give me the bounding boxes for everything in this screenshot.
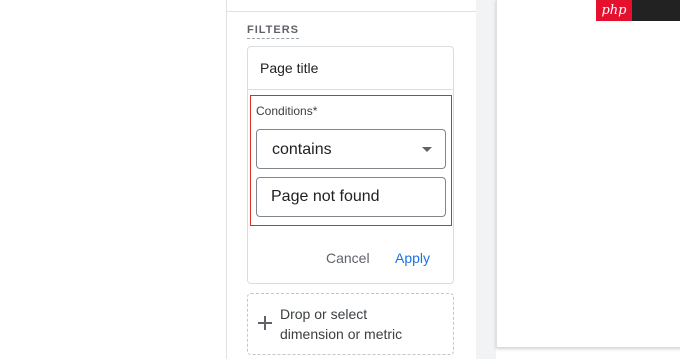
watermark-logo: php bbox=[596, 0, 632, 21]
filters-heading: FILTERS bbox=[247, 24, 300, 39]
drop-zone-line-1: Drop or select bbox=[280, 306, 368, 322]
condition-value-input[interactable] bbox=[271, 187, 431, 207]
drop-zone-line-2: dimension or metric bbox=[280, 326, 403, 342]
add-filter-drop-zone[interactable]: Drop or select dimension or metric bbox=[247, 293, 454, 355]
chevron-down-icon[interactable] bbox=[422, 147, 432, 152]
left-blank-area bbox=[0, 0, 226, 359]
drop-zone-text: Drop or select dimension or metric bbox=[280, 304, 445, 344]
apply-button[interactable]: Apply bbox=[388, 246, 437, 270]
report-canvas[interactable] bbox=[496, 0, 680, 348]
plus-icon bbox=[258, 316, 272, 330]
condition-operator-value: contains bbox=[272, 141, 332, 158]
cancel-button[interactable]: Cancel bbox=[319, 246, 377, 270]
panel-divider bbox=[227, 11, 476, 12]
conditions-section: Conditions* contains bbox=[250, 95, 452, 226]
condition-value-field[interactable] bbox=[256, 177, 446, 217]
conditions-label: Conditions* bbox=[256, 104, 318, 118]
card-divider bbox=[248, 89, 453, 90]
watermark-badge: php bbox=[596, 0, 680, 21]
filter-dimension-title[interactable]: Page title bbox=[260, 60, 318, 76]
workspace-gutter bbox=[476, 0, 496, 359]
condition-operator-select[interactable]: contains bbox=[256, 129, 446, 169]
